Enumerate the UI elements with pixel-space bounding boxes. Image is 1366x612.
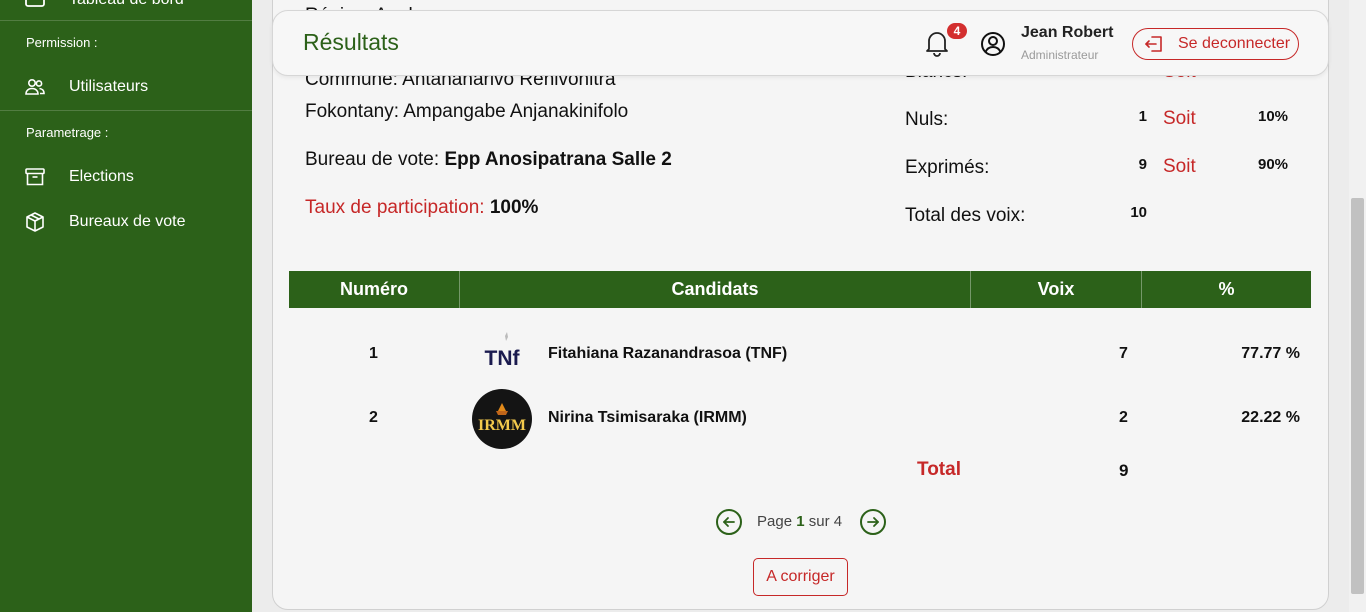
tnf-logo-text: TNf xyxy=(485,347,521,370)
total-voix-label: Total des voix: xyxy=(905,205,1026,226)
nuls-value: 1 xyxy=(1138,108,1147,125)
logout-icon xyxy=(1144,35,1164,53)
exprimes-soit: Soit xyxy=(1163,156,1196,177)
exprimes-label: Exprimés: xyxy=(905,157,990,178)
sidebar: Tableau de bord Permission : Utilisateur… xyxy=(0,0,252,612)
users-icon xyxy=(24,76,46,98)
scrollbar-thumb[interactable] xyxy=(1351,198,1364,594)
user-role: Administrateur xyxy=(1021,48,1099,62)
taux-info: Taux de participation: 100% xyxy=(305,197,538,219)
page-prefix: Page xyxy=(757,513,793,530)
current-page: 1 xyxy=(796,513,805,530)
row-numero: 1 xyxy=(369,345,378,362)
sidebar-item-label: Tableau de bord xyxy=(69,0,184,9)
box-icon xyxy=(24,211,46,233)
arrow-right-icon xyxy=(867,517,879,527)
sidebar-item-dashboard[interactable]: Tableau de bord xyxy=(0,0,252,22)
sidebar-item-utilisateurs[interactable]: Utilisateurs xyxy=(0,65,252,109)
sidebar-item-label: Utilisateurs xyxy=(69,78,149,95)
corriger-button[interactable]: A corriger xyxy=(753,558,848,596)
row-percent: 77.77 % xyxy=(1241,345,1300,362)
nuls-label: Nuls: xyxy=(905,109,949,130)
total-voix-value: 10 xyxy=(1130,204,1147,221)
irmm-logo-text: IRMM xyxy=(478,417,526,434)
row-voix: 2 xyxy=(1119,409,1128,426)
page-title: Résultats xyxy=(303,29,399,55)
bureau-label: Bureau de vote: xyxy=(305,149,440,170)
sidebar-item-label: Elections xyxy=(69,168,134,185)
irmm-logo: IRMM xyxy=(472,389,532,449)
total-label: Total xyxy=(917,459,961,480)
exprimes-value: 9 xyxy=(1138,156,1147,173)
results-table-header: Numéro Candidats Voix % xyxy=(289,271,1311,308)
row-numero: 2 xyxy=(369,409,378,426)
logout-label: Se deconnecter xyxy=(1178,35,1291,52)
divider xyxy=(0,20,252,21)
row-voix: 7 xyxy=(1119,345,1128,362)
column-header-voix: Voix xyxy=(971,271,1142,308)
pagination: Page 1 sur 4 xyxy=(716,509,886,535)
section-title-permission: Permission : xyxy=(26,35,98,50)
fokontany-label: Fokontany: xyxy=(305,101,399,122)
bureau-value: Epp Anosipatrana Salle 2 xyxy=(444,149,672,170)
notification-badge: 4 xyxy=(945,21,969,41)
dashboard-icon xyxy=(24,0,46,11)
column-header-percent: % xyxy=(1218,279,1235,299)
archive-icon xyxy=(24,166,46,188)
table-row: 2 IRMM Nirina Tsimisaraka (IRMM) 2 22.22… xyxy=(289,387,1311,451)
logout-button[interactable]: Se deconnecter xyxy=(1132,28,1299,60)
table-row: 1 TNf Fitahiana Razanandrasoa (TNF) 7 77… xyxy=(289,323,1311,387)
taux-value: 100% xyxy=(489,197,539,218)
tnf-logo: TNf xyxy=(472,325,532,385)
fokontany-value: Ampangabe Anjanakinifolo xyxy=(403,101,629,122)
total-pages: 4 xyxy=(833,513,843,530)
taux-label: Taux de participation: xyxy=(305,197,485,218)
nuls-soit: Soit xyxy=(1163,108,1196,129)
column-header-numero: Numéro xyxy=(289,271,460,308)
page-middle: sur xyxy=(808,513,830,530)
previous-page-button[interactable] xyxy=(716,509,742,535)
exprimes-percent: 90% xyxy=(1258,156,1289,173)
row-percent: 22.22 % xyxy=(1241,409,1300,426)
top-header: Résultats 4 Jean Robert Administrateur S… xyxy=(272,10,1329,76)
section-title-parametrage: Parametrage : xyxy=(26,125,109,140)
nuls-percent: 10% xyxy=(1258,108,1289,125)
column-header-candidats: Candidats xyxy=(460,271,971,308)
divider xyxy=(0,110,252,111)
sidebar-item-elections[interactable]: Elections xyxy=(0,155,252,199)
fokontany-info: Fokontany: Ampangabe Anjanakinifolo xyxy=(305,101,628,123)
sidebar-item-label: Bureaux de vote xyxy=(69,213,186,230)
arrow-left-icon xyxy=(723,517,735,527)
row-candidat: Fitahiana Razanandrasoa (TNF) xyxy=(548,345,788,362)
user-avatar-icon[interactable] xyxy=(980,31,1006,57)
total-value: 9 xyxy=(1119,461,1129,480)
user-name: Jean Robert xyxy=(1021,24,1114,41)
page-scrollbar[interactable] xyxy=(1349,0,1366,612)
row-candidat: Nirina Tsimisaraka (IRMM) xyxy=(548,409,747,426)
page-indicator: Page 1 sur 4 xyxy=(757,513,842,530)
bureau-info: Bureau de vote: Epp Anosipatrana Salle 2 xyxy=(305,149,672,171)
next-page-button[interactable] xyxy=(860,509,886,535)
sidebar-item-bureaux-de-vote[interactable]: Bureaux de vote xyxy=(0,200,252,244)
